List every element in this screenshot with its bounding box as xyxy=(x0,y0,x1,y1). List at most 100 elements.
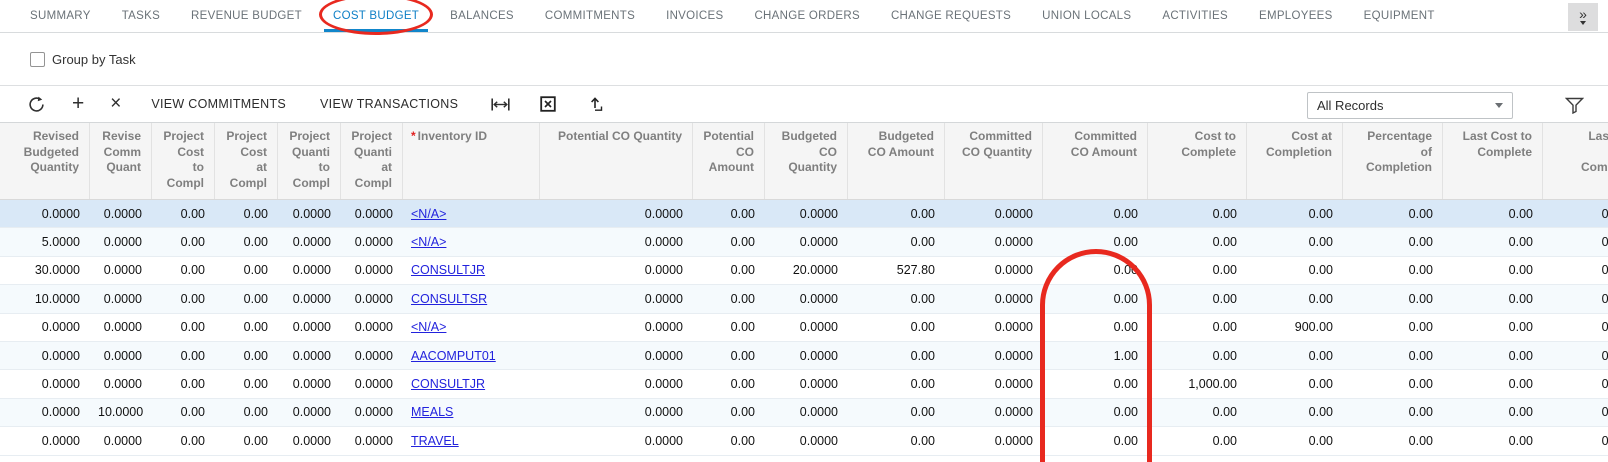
cell-committed_co_quantity[interactable]: 0.0000 xyxy=(945,235,1043,249)
cell-revised_budgeted_quantity[interactable]: 10.0000 xyxy=(0,292,90,306)
table-row[interactable]: 0.00000.00000.000.000.00000.0000<N/A>0.0… xyxy=(0,200,1608,228)
cell-revised_committed_quantity[interactable]: 0.0000 xyxy=(90,434,152,448)
cell-projected_quantity_to_complete[interactable]: 0.0000 xyxy=(278,292,341,306)
cell-potential_co_amount[interactable]: 0.00 xyxy=(693,320,765,334)
cell-projected_cost_at_completion[interactable]: 0.00 xyxy=(215,377,278,391)
cell-budgeted_co_amount[interactable]: 0.00 xyxy=(848,349,945,363)
cell-budgeted_co_amount[interactable]: 0.00 xyxy=(848,320,945,334)
cell-last_cost_at_completion_partial[interactable]: 0.00 xyxy=(1543,320,1608,334)
inventory-link[interactable]: AACOMPUT01 xyxy=(411,349,496,363)
table-row[interactable]: 5.00000.00000.000.000.00000.0000<N/A>0.0… xyxy=(0,228,1608,256)
cell-projected_quantity_to_complete[interactable]: 0.0000 xyxy=(278,235,341,249)
cell-committed_co_amount[interactable]: 0.00 xyxy=(1043,207,1148,221)
cell-projected_cost_at_completion[interactable]: 0.00 xyxy=(215,263,278,277)
cell-revised_budgeted_quantity[interactable]: 0.0000 xyxy=(0,207,90,221)
cell-projected_quantity_to_complete[interactable]: 0.0000 xyxy=(278,207,341,221)
cell-budgeted_co_quantity[interactable]: 0.0000 xyxy=(765,377,848,391)
tab-revenue-budget[interactable]: REVENUE BUDGET xyxy=(191,0,302,32)
cell-revised_budgeted_quantity[interactable]: 0.0000 xyxy=(0,434,90,448)
cell-cost_at_completion[interactable]: 0.00 xyxy=(1247,434,1343,448)
cell-revised_committed_quantity[interactable]: 0.0000 xyxy=(90,263,152,277)
cell-projected_cost_to_complete[interactable]: 0.00 xyxy=(152,377,215,391)
cell-committed_co_amount[interactable]: 0.00 xyxy=(1043,405,1148,419)
cell-committed_co_quantity[interactable]: 0.0000 xyxy=(945,405,1043,419)
column-header-potential_co_amount[interactable]: Potential CO Amount xyxy=(693,123,765,199)
column-header-budgeted_co_quantity[interactable]: Budgeted CO Quantity xyxy=(765,123,848,199)
cell-last_cost_to_complete[interactable]: 0.00 xyxy=(1443,320,1543,334)
cell-committed_co_quantity[interactable]: 0.0000 xyxy=(945,320,1043,334)
column-header-projected_cost_to_complete[interactable]: Project Cost to Compl xyxy=(152,123,215,199)
cell-potential_co_quantity[interactable]: 0.0000 xyxy=(540,377,693,391)
tab-commitments[interactable]: COMMITMENTS xyxy=(545,0,635,32)
cell-cost_at_completion[interactable]: 0.00 xyxy=(1247,349,1343,363)
column-header-last_cost_to_complete[interactable]: Last Cost to Complete xyxy=(1443,123,1543,199)
tab-equipment[interactable]: EQUIPMENT xyxy=(1364,0,1435,32)
cell-cost_to_complete[interactable]: 1,000.00 xyxy=(1148,377,1247,391)
cell-cost_at_completion[interactable]: 0.00 xyxy=(1247,235,1343,249)
tab-invoices[interactable]: INVOICES xyxy=(666,0,723,32)
inventory-link[interactable]: CONSULTSR xyxy=(411,292,487,306)
cell-budgeted_co_quantity[interactable]: 0.0000 xyxy=(765,405,848,419)
cell-percentage_of_completion[interactable]: 0.00 xyxy=(1343,434,1443,448)
group-by-task-checkbox[interactable] xyxy=(30,52,45,67)
cell-potential_co_amount[interactable]: 0.00 xyxy=(693,377,765,391)
cell-potential_co_quantity[interactable]: 0.0000 xyxy=(540,235,693,249)
cell-last_cost_to_complete[interactable]: 0.00 xyxy=(1443,434,1543,448)
cell-potential_co_amount[interactable]: 0.00 xyxy=(693,292,765,306)
cell-potential_co_quantity[interactable]: 0.0000 xyxy=(540,405,693,419)
cell-budgeted_co_quantity[interactable]: 0.0000 xyxy=(765,235,848,249)
cell-revised_committed_quantity[interactable]: 0.0000 xyxy=(90,349,152,363)
cell-cost_at_completion[interactable]: 0.00 xyxy=(1247,405,1343,419)
cell-last_cost_to_complete[interactable]: 0.00 xyxy=(1443,263,1543,277)
cell-budgeted_co_quantity[interactable]: 20.0000 xyxy=(765,263,848,277)
cell-cost_at_completion[interactable]: 0.00 xyxy=(1247,263,1343,277)
cell-projected_quantity_to_complete[interactable]: 0.0000 xyxy=(278,263,341,277)
tab-cost-budget[interactable]: COST BUDGET xyxy=(333,0,419,32)
cell-revised_committed_quantity[interactable]: 0.0000 xyxy=(90,235,152,249)
cell-last_cost_at_completion_partial[interactable]: 0.00 xyxy=(1543,434,1608,448)
column-header-budgeted_co_amount[interactable]: Budgeted CO Amount xyxy=(848,123,945,199)
cell-projected_quantity_at_completion[interactable]: 0.0000 xyxy=(341,235,403,249)
cell-percentage_of_completion[interactable]: 0.00 xyxy=(1343,263,1443,277)
view-transactions-button[interactable]: VIEW TRANSACTIONS xyxy=(320,97,458,111)
cell-committed_co_amount[interactable]: 0.00 xyxy=(1043,235,1148,249)
cell-projected_quantity_to_complete[interactable]: 0.0000 xyxy=(278,349,341,363)
cell-committed_co_quantity[interactable]: 0.0000 xyxy=(945,434,1043,448)
table-row[interactable]: 30.00000.00000.000.000.00000.0000CONSULT… xyxy=(0,257,1608,285)
cell-projected_cost_to_complete[interactable]: 0.00 xyxy=(152,349,215,363)
cell-cost_to_complete[interactable]: 0.00 xyxy=(1148,263,1247,277)
delete-row-button[interactable]: × xyxy=(110,94,121,114)
cell-potential_co_amount[interactable]: 0.00 xyxy=(693,349,765,363)
cell-committed_co_quantity[interactable]: 0.0000 xyxy=(945,207,1043,221)
cell-projected_cost_at_completion[interactable]: 0.00 xyxy=(215,349,278,363)
cell-potential_co_quantity[interactable]: 0.0000 xyxy=(540,263,693,277)
cell-percentage_of_completion[interactable]: 0.00 xyxy=(1343,292,1443,306)
cell-cost_at_completion[interactable]: 0.00 xyxy=(1247,292,1343,306)
table-row[interactable]: 0.000010.00000.000.000.00000.0000MEALS0.… xyxy=(0,399,1608,427)
cell-budgeted_co_quantity[interactable]: 0.0000 xyxy=(765,349,848,363)
cell-budgeted_co_amount[interactable]: 527.80 xyxy=(848,263,945,277)
cell-cost_to_complete[interactable]: 0.00 xyxy=(1148,349,1247,363)
column-header-cost_at_completion[interactable]: Cost at Completion xyxy=(1247,123,1343,199)
cell-committed_co_quantity[interactable]: 0.0000 xyxy=(945,263,1043,277)
cell-projected_cost_at_completion[interactable]: 0.00 xyxy=(215,405,278,419)
column-header-potential_co_quantity[interactable]: Potential CO Quantity xyxy=(540,123,693,199)
inventory-link[interactable]: <N/A> xyxy=(411,320,446,334)
column-header-inventory_id[interactable]: *Inventory ID xyxy=(403,123,540,199)
cell-committed_co_amount[interactable]: 0.00 xyxy=(1043,434,1148,448)
cell-potential_co_quantity[interactable]: 0.0000 xyxy=(540,349,693,363)
cell-projected_quantity_to_complete[interactable]: 0.0000 xyxy=(278,405,341,419)
cell-last_cost_to_complete[interactable]: 0.00 xyxy=(1443,349,1543,363)
filter-settings-button[interactable] xyxy=(1565,97,1584,119)
cell-projected_quantity_to_complete[interactable]: 0.0000 xyxy=(278,320,341,334)
add-row-button[interactable]: + xyxy=(72,94,84,114)
column-header-percentage_of_completion[interactable]: Percentage of Completion xyxy=(1343,123,1443,199)
inventory-link[interactable]: CONSULTJR xyxy=(411,263,485,277)
cell-cost_to_complete[interactable]: 0.00 xyxy=(1148,207,1247,221)
tab-overflow-button[interactable]: » xyxy=(1568,3,1598,31)
cell-projected_quantity_to_complete[interactable]: 0.0000 xyxy=(278,434,341,448)
cell-budgeted_co_amount[interactable]: 0.00 xyxy=(848,377,945,391)
cell-projected_cost_at_completion[interactable]: 0.00 xyxy=(215,235,278,249)
cell-committed_co_amount[interactable]: 0.00 xyxy=(1043,263,1148,277)
cell-projected_cost_to_complete[interactable]: 0.00 xyxy=(152,292,215,306)
